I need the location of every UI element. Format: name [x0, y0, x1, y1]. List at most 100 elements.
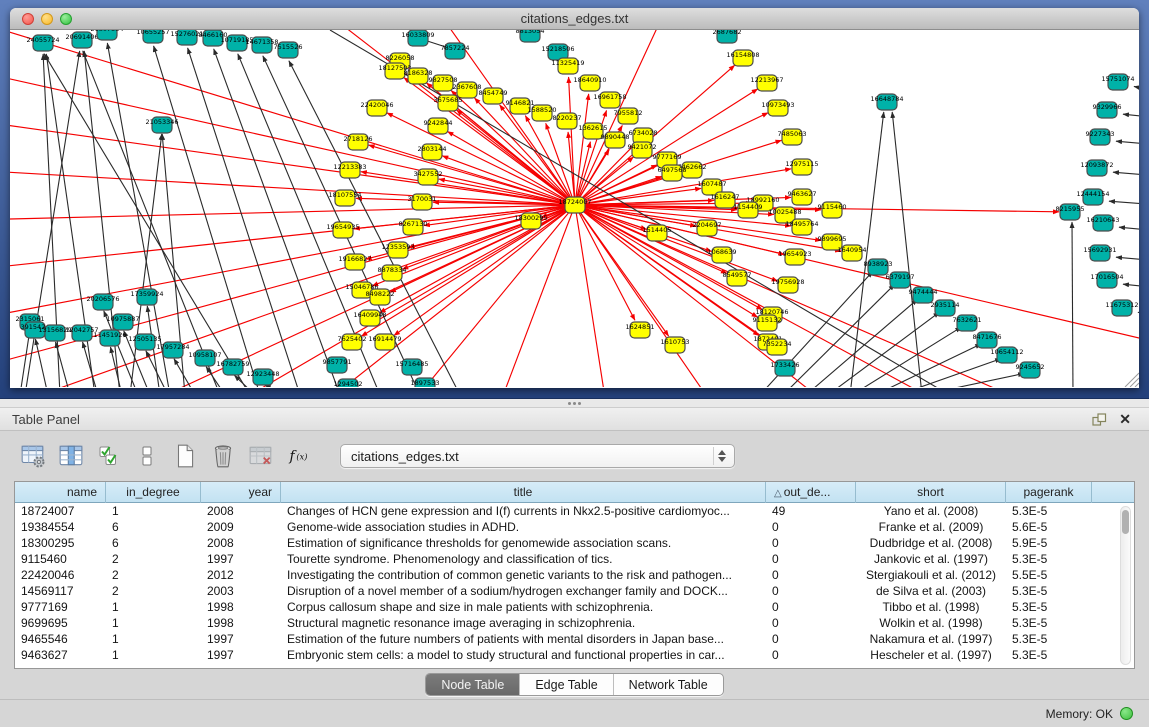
- table-row[interactable]: 1830029562008Estimation of significance …: [15, 535, 1134, 551]
- graph-node[interactable]: 7485063: [778, 129, 807, 145]
- graph-node[interactable]: 11451926: [93, 330, 126, 346]
- graph-node[interactable]: 8878334: [378, 265, 407, 281]
- graph-node[interactable]: 10655257: [136, 30, 169, 43]
- graph-node[interactable]: 12213967: [750, 75, 783, 91]
- graph-node[interactable]: 7515526: [274, 42, 303, 58]
- graph-node[interactable]: 8220237: [553, 113, 582, 129]
- graph-node[interactable]: 1154409: [734, 202, 763, 218]
- graph-node[interactable]: 12975115: [785, 159, 818, 175]
- table-row[interactable]: 1938455462009Genome-wide association stu…: [15, 519, 1134, 535]
- table-mode-button[interactable]: [18, 441, 48, 471]
- graph-node[interactable]: 9857791: [323, 357, 352, 373]
- graph-node[interactable]: 8813054: [516, 30, 545, 42]
- graph-node[interactable]: 21053346: [145, 117, 178, 133]
- table-row[interactable]: 2242004622012Investigating the contribut…: [15, 567, 1134, 583]
- graph-node[interactable]: 16033809: [401, 30, 434, 46]
- close-panel-button[interactable]: ✕: [1113, 410, 1137, 428]
- table-row[interactable]: 1872400712008Changes of HCN gene express…: [15, 503, 1134, 519]
- graph-node[interactable]: 9115132: [753, 315, 782, 331]
- column-header-title[interactable]: title: [281, 482, 766, 503]
- graph-node[interactable]: 3427552: [414, 169, 443, 185]
- close-window-icon[interactable]: [22, 13, 34, 25]
- table-row[interactable]: 1456911722003Disruption of a novel membe…: [15, 583, 1134, 599]
- graph-node[interactable]: 9463627: [788, 189, 817, 205]
- graph-node[interactable]: 20206576: [86, 294, 119, 310]
- graph-node[interactable]: 1897533: [411, 378, 440, 387]
- scrollbar-thumb[interactable]: [1122, 510, 1129, 534]
- clear-selection-button[interactable]: [132, 441, 162, 471]
- graph-node[interactable]: 7632621: [953, 315, 982, 331]
- graph-node[interactable]: 6497568: [658, 165, 687, 181]
- panel-splitter[interactable]: [0, 399, 1149, 407]
- graph-node[interactable]: 15716485: [395, 359, 428, 375]
- graph-node[interactable]: 12353593: [381, 242, 414, 258]
- graph-node[interactable]: 9329966: [1093, 102, 1122, 118]
- graph-node[interactable]: 18495764: [785, 219, 818, 235]
- graph-node[interactable]: 8471676: [973, 332, 1002, 348]
- minimize-window-icon[interactable]: [41, 13, 53, 25]
- graph-node[interactable]: 16210643: [1086, 215, 1119, 231]
- network-view-window[interactable]: citations_edges.txt 18724007240557242069…: [10, 8, 1139, 388]
- column-header-out_de[interactable]: △out_de...: [766, 482, 856, 503]
- graph-node[interactable]: 16782759: [216, 359, 249, 375]
- function-builder-button[interactable]: f (x): [284, 441, 314, 471]
- tab-node-table[interactable]: Node Table: [426, 674, 519, 695]
- graph-node[interactable]: 12923448: [246, 369, 279, 385]
- graph-node[interactable]: 15692931: [1083, 245, 1116, 261]
- table-selector[interactable]: citations_edges.txt: [340, 444, 735, 468]
- select-all-button[interactable]: [94, 441, 124, 471]
- delete-columns-button[interactable]: [208, 441, 238, 471]
- graph-node[interactable]: 1610753: [661, 337, 690, 353]
- graph-node[interactable]: 1514405: [643, 225, 672, 241]
- graph-node[interactable]: 17016504: [1090, 272, 1123, 288]
- tab-edge-table[interactable]: Edge Table: [519, 674, 612, 695]
- graph-node[interactable]: 9242844: [424, 118, 453, 134]
- graph-node[interactable]: 9890448: [601, 132, 630, 148]
- graph-node[interactable]: 1624851: [626, 322, 655, 338]
- delete-table-button[interactable]: [246, 441, 276, 471]
- graph-node[interactable]: 12213383: [333, 162, 366, 178]
- column-header-pagerank[interactable]: pagerank: [1006, 482, 1092, 503]
- column-header-name[interactable]: name: [15, 482, 106, 503]
- graph-node[interactable]: 8498222: [366, 289, 395, 305]
- graph-node[interactable]: 1733426: [771, 360, 800, 376]
- graph-node[interactable]: 2803144: [418, 144, 447, 160]
- graph-node[interactable]: 1640954: [838, 245, 867, 261]
- graph-node[interactable]: 10975887: [106, 314, 139, 330]
- graph-node[interactable]: 8215955: [1056, 204, 1085, 220]
- graph-node[interactable]: 1294502: [334, 379, 363, 387]
- graph-node[interactable]: 9115460: [818, 202, 847, 218]
- graph-node[interactable]: 19654923: [778, 249, 811, 265]
- float-panel-button[interactable]: [1086, 411, 1113, 428]
- graph-node[interactable]: 20691406: [65, 32, 98, 48]
- graph-node[interactable]: 19654935: [326, 222, 359, 238]
- graph-node[interactable]: 18640910: [573, 75, 606, 91]
- table-row[interactable]: 977716911998Corpus callosum shape and si…: [15, 599, 1134, 615]
- graph-node[interactable]: 8454749: [479, 88, 508, 104]
- graph-node[interactable]: 2935114: [931, 300, 960, 316]
- graph-node[interactable]: 19756928: [771, 277, 804, 293]
- graph-node[interactable]: 1068639: [708, 247, 737, 263]
- column-header-in_degree[interactable]: in_degree: [106, 482, 201, 503]
- graph-node[interactable]: 12093872: [1080, 160, 1113, 176]
- network-canvas[interactable]: 1872400724055724206914062180753410655257…: [10, 30, 1139, 387]
- graph-node[interactable]: 9245652: [1016, 362, 1045, 378]
- graph-node[interactable]: 9227343: [1086, 129, 1115, 145]
- table-row[interactable]: 946362711997Embryonic stem cells: a mode…: [15, 647, 1134, 663]
- column-header-short[interactable]: short: [856, 482, 1006, 503]
- graph-node[interactable]: 11325419: [551, 58, 584, 74]
- graph-node[interactable]: 7352234: [763, 339, 792, 355]
- network-window-titlebar[interactable]: citations_edges.txt: [10, 8, 1139, 30]
- graph-node[interactable]: 12444154: [1076, 189, 1109, 205]
- graph-node[interactable]: 16154808: [726, 50, 759, 66]
- column-header-year[interactable]: year: [201, 482, 281, 503]
- graph-node[interactable]: 2718126: [344, 134, 373, 150]
- graph-node[interactable]: 24055724: [26, 35, 59, 51]
- graph-node[interactable]: 15751074: [1101, 74, 1134, 90]
- zoom-window-icon[interactable]: [60, 13, 72, 25]
- graph-node[interactable]: 7857224: [441, 43, 470, 59]
- table-scrollbar[interactable]: [1120, 506, 1131, 665]
- table-row[interactable]: 969969511998Structural magnetic resonanc…: [15, 615, 1134, 631]
- graph-node[interactable]: 7955812: [614, 108, 643, 124]
- table-row[interactable]: 911546021997Tourette syndrome. Phenomeno…: [15, 551, 1134, 567]
